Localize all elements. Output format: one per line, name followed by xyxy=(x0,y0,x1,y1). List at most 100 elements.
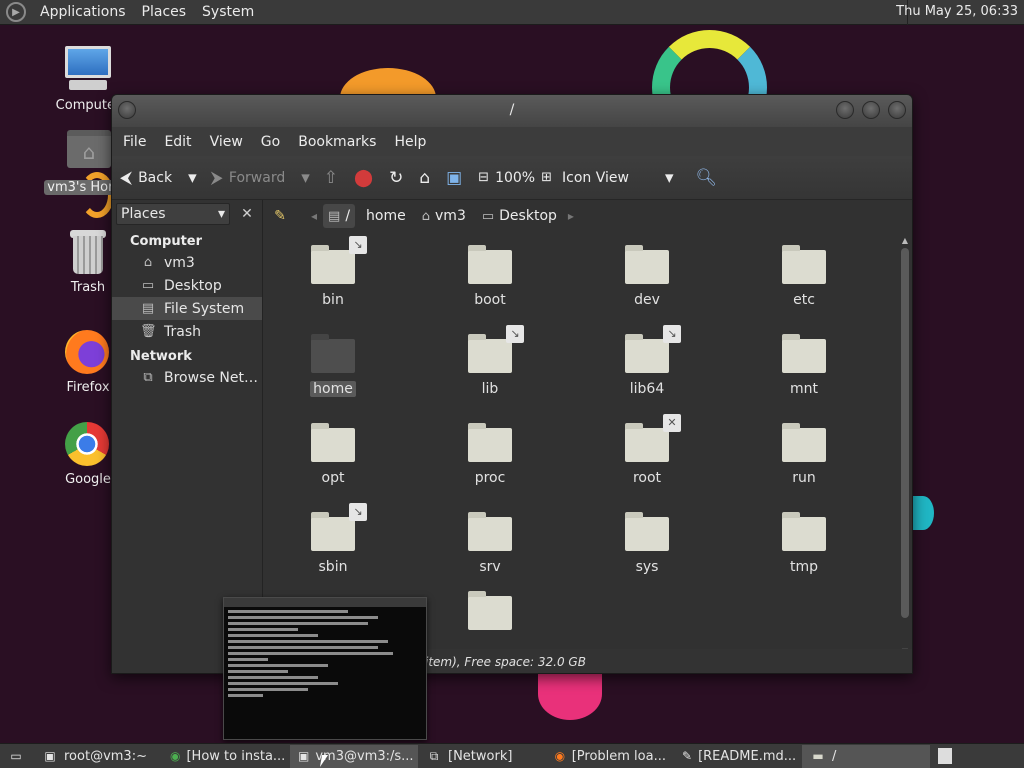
home-button[interactable]: ⌂ xyxy=(419,168,430,188)
menu-bookmarks[interactable]: Bookmarks xyxy=(289,134,385,150)
menu-view[interactable]: View xyxy=(201,134,252,150)
zoom-level[interactable]: 100% xyxy=(495,170,535,186)
terminal-text-line xyxy=(228,682,338,685)
crumb-root[interactable]: ▤ / xyxy=(323,204,356,228)
folder-icon xyxy=(468,334,512,373)
back-arrow-icon: ⮜ xyxy=(120,167,133,188)
back-label: Back xyxy=(138,169,173,186)
folder-item[interactable]: etc xyxy=(744,240,864,308)
desktop-folder-icon: ▭ xyxy=(481,208,495,224)
terminal-text-line xyxy=(228,646,378,649)
folder-item[interactable]: dev xyxy=(587,240,707,308)
show-desktop-button[interactable]: ▭ xyxy=(0,745,34,768)
chrome-icon xyxy=(63,420,113,468)
folder-icon xyxy=(782,423,826,462)
close-button[interactable] xyxy=(888,101,906,119)
view-mode-select[interactable]: Icon View ▾ xyxy=(562,168,673,188)
window-titlebar[interactable]: / xyxy=(112,95,912,127)
folder-item[interactable] xyxy=(430,586,550,630)
places-menu[interactable]: Places xyxy=(134,4,195,20)
terminal-window-preview[interactable] xyxy=(223,597,427,740)
folder-item[interactable]: run xyxy=(744,418,864,486)
clock[interactable]: Thu May 25, 06:33 xyxy=(896,4,1018,19)
computer-button[interactable]: ▣ xyxy=(446,168,462,188)
minimize-button[interactable] xyxy=(836,101,854,119)
back-button[interactable]: ⮜ Back xyxy=(120,168,172,188)
path-scroll-right[interactable]: ▸ xyxy=(568,209,574,223)
applications-menu[interactable]: Applications xyxy=(32,4,134,20)
menu-edit[interactable]: Edit xyxy=(155,134,200,150)
firefox-icon: ◉ xyxy=(554,749,566,763)
trash-icon xyxy=(63,228,113,276)
taskbar-item[interactable]: ▬ / xyxy=(802,744,930,768)
menu-help[interactable]: Help xyxy=(385,134,435,150)
search-button[interactable]: 🔍︎ xyxy=(696,168,718,188)
terminal-text-line xyxy=(228,640,388,643)
folder-item[interactable]: ↘ lib xyxy=(430,325,550,397)
folder-item[interactable]: ↘ lib64 xyxy=(587,325,707,397)
folder-item[interactable]: mnt xyxy=(744,329,864,397)
sidebar-item-trash[interactable]: 🗑︎ Trash xyxy=(112,320,262,343)
folder-item[interactable]: sys xyxy=(587,507,707,575)
taskbar-item[interactable]: ◉ [How to insta... xyxy=(162,745,290,768)
path-scroll-left[interactable]: ◂ xyxy=(311,209,317,223)
taskbar-item[interactable]: ✎ [README.md... xyxy=(674,745,802,768)
distro-logo-icon[interactable]: ▶ xyxy=(6,2,26,22)
desktop-folder-icon: ▭ xyxy=(141,278,155,293)
sidebar-item-file-system[interactable]: ▤ File System xyxy=(112,297,262,320)
forward-history-dropdown[interactable]: ▾ xyxy=(301,168,310,188)
forward-button[interactable]: ⮞ Forward xyxy=(211,168,286,188)
taskbar-item[interactable]: ⧉ [Network] xyxy=(418,745,546,768)
scroll-up-icon[interactable]: ▲ xyxy=(900,236,910,245)
forward-label: Forward xyxy=(228,169,286,186)
menu-go[interactable]: Go xyxy=(252,134,289,150)
workspace-switcher[interactable] xyxy=(930,745,960,768)
folder-icon xyxy=(311,423,355,462)
stop-button[interactable]: ⬤ xyxy=(354,168,373,188)
reload-button[interactable]: ↻ xyxy=(389,168,403,188)
system-menu[interactable]: System xyxy=(194,4,262,20)
folder-item[interactable]: tmp xyxy=(744,507,864,575)
search-icon: 🔍︎ xyxy=(695,167,718,188)
maximize-button[interactable] xyxy=(862,101,880,119)
folder-item[interactable]: ↘ bin xyxy=(273,236,393,308)
sidebar-mode-select[interactable]: Places ▾ xyxy=(116,203,230,225)
up-button[interactable]: ⇧ xyxy=(324,168,338,188)
desktop-icon-label: Google xyxy=(65,472,111,487)
menu-file[interactable]: File xyxy=(114,134,155,150)
folder-item[interactable]: ↘ sbin xyxy=(273,503,393,575)
taskbar-item[interactable]: ▣ root@vm3:~ xyxy=(34,745,162,768)
trash-icon: 🗑︎ xyxy=(140,324,157,339)
up-arrow-icon: ⇧ xyxy=(323,167,339,188)
crumb-home[interactable]: home xyxy=(361,204,411,228)
crumb-desktop[interactable]: ▭ Desktop xyxy=(477,204,562,228)
sidebar-item-vm3[interactable]: ⌂ vm3 xyxy=(112,251,262,274)
terminal-text-line xyxy=(228,616,378,619)
sidebar-item-desktop[interactable]: ▭ Desktop xyxy=(112,274,262,297)
taskbar-item[interactable]: ▣ vm3@vm3:/s... xyxy=(290,744,418,768)
folder-icon xyxy=(782,245,826,284)
vertical-scrollbar[interactable]: ▲ ▼ xyxy=(900,236,910,656)
zoom-out-button[interactable]: ⊟ xyxy=(478,170,489,185)
folder-item[interactable]: home xyxy=(273,329,393,397)
folder-item[interactable]: boot xyxy=(430,240,550,308)
zoom-in-button[interactable]: ⊞ xyxy=(541,170,552,185)
folder-item[interactable]: srv xyxy=(430,507,550,575)
sidebar-item-browse-network[interactable]: ⧉ Browse Net… xyxy=(112,366,262,389)
window-menu-button[interactable] xyxy=(118,101,136,119)
taskbar-item[interactable]: ◉ [Problem loa... xyxy=(546,745,674,768)
folder-item[interactable]: ✕ root xyxy=(587,414,707,486)
folder-icon xyxy=(311,245,355,284)
network-icon: ⧉ xyxy=(429,748,439,763)
sidebar-close-button[interactable]: ✕ xyxy=(236,203,258,225)
chrome-icon: ◉ xyxy=(170,749,181,763)
scroll-thumb[interactable] xyxy=(901,248,909,618)
back-history-dropdown[interactable]: ▾ xyxy=(188,168,197,188)
location-edit-button[interactable]: ✎ xyxy=(269,205,291,227)
crumb-vm3[interactable]: ⌂ vm3 xyxy=(417,204,471,228)
folder-item[interactable]: opt xyxy=(273,418,393,486)
chevron-down-icon: ▾ xyxy=(301,167,310,188)
folder-icon xyxy=(782,334,826,373)
folder-item[interactable]: proc xyxy=(430,418,550,486)
terminal-text-line xyxy=(228,670,288,673)
